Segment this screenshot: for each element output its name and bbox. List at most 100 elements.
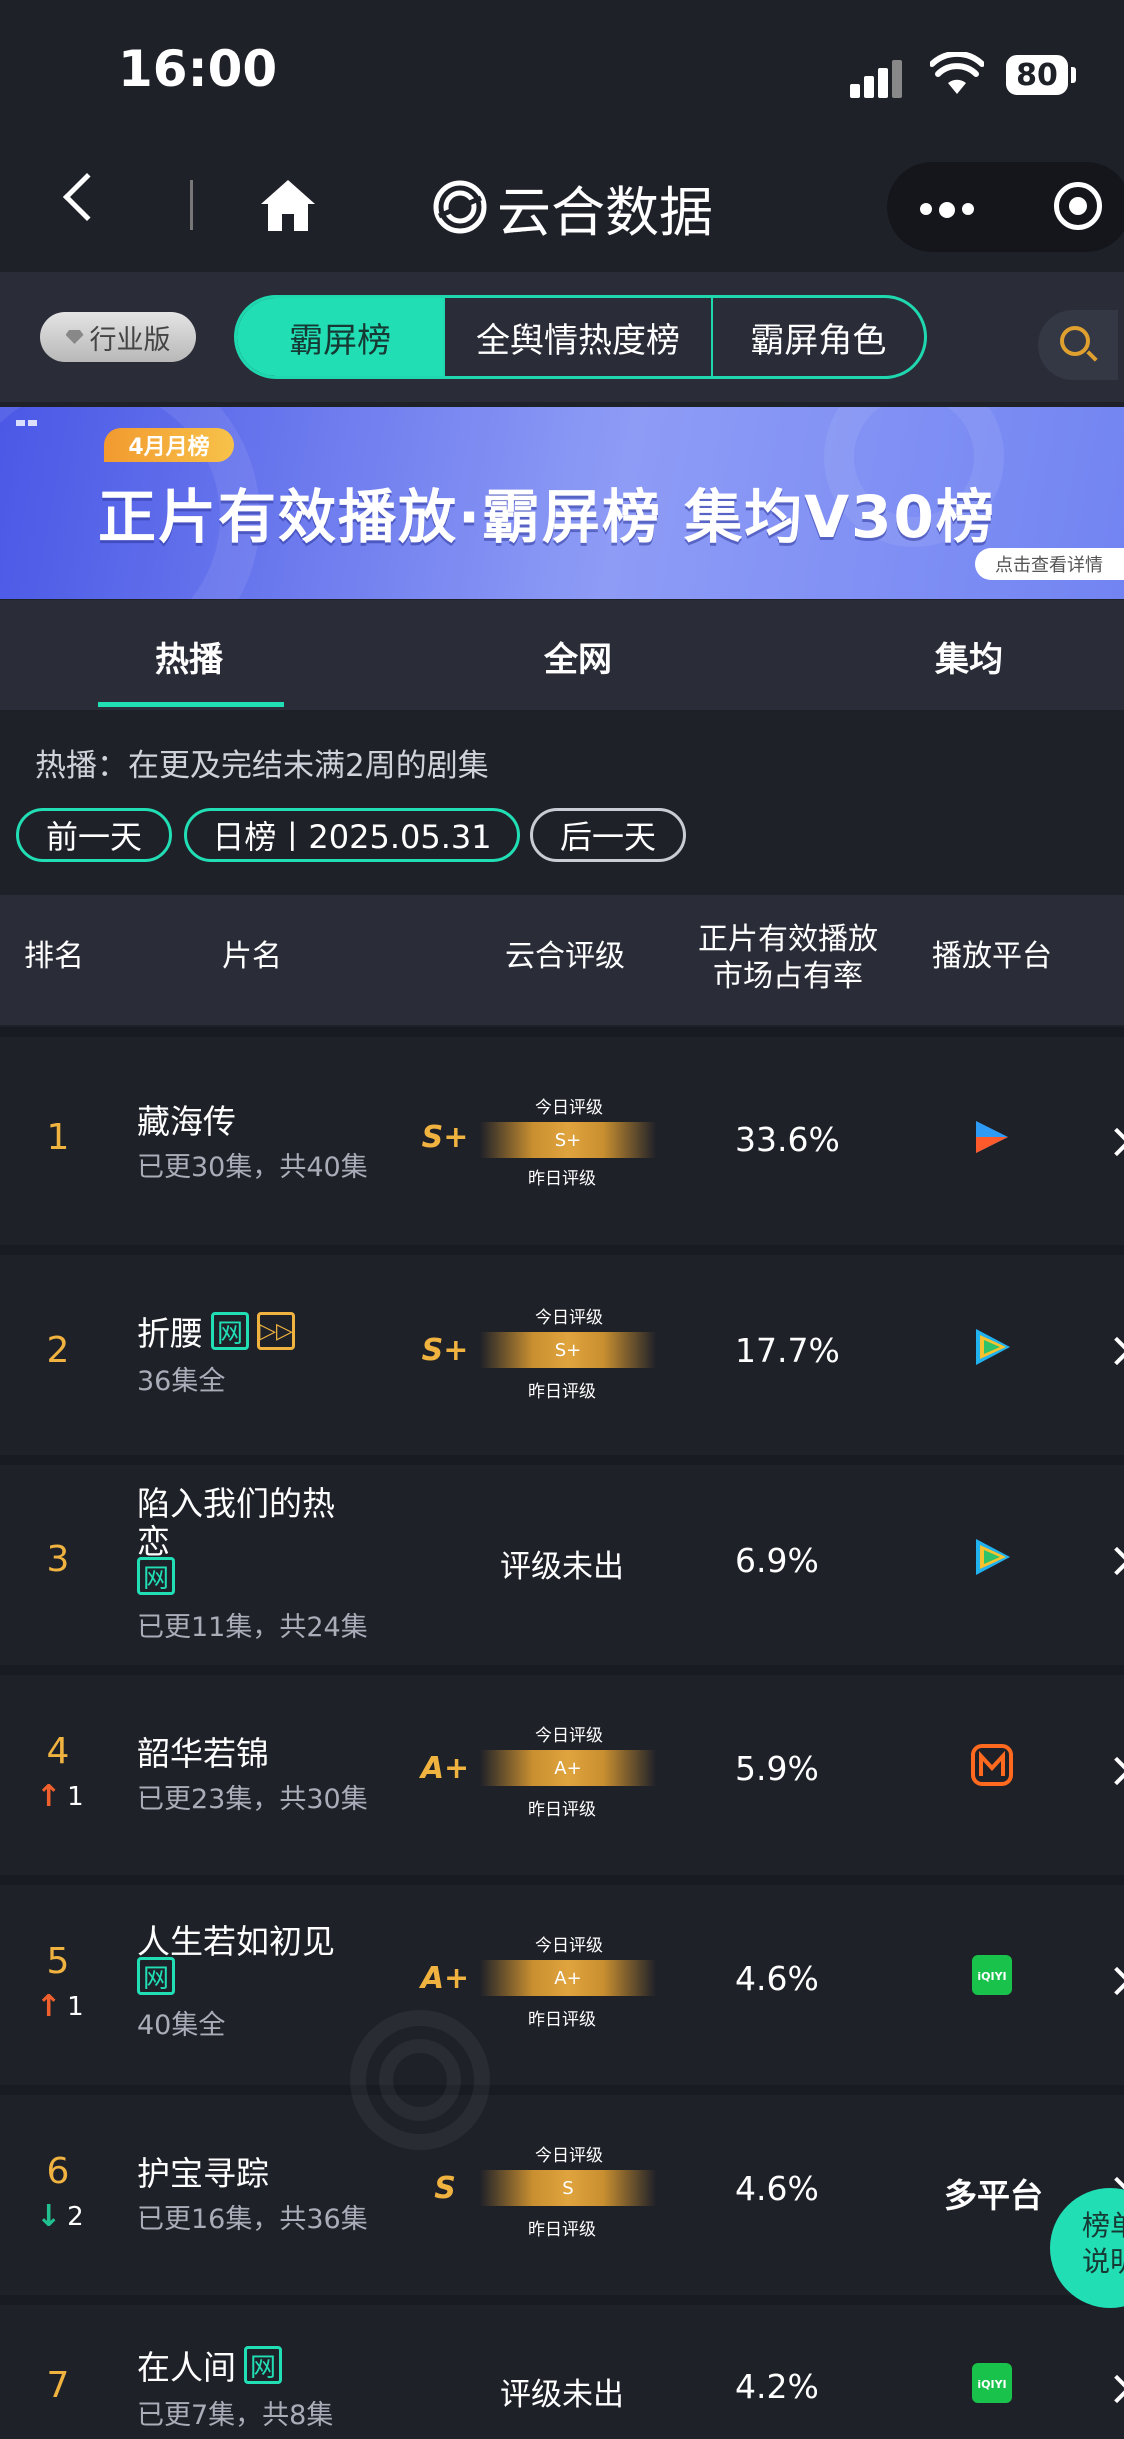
table-row[interactable]: 5 ↑ 1 人生若如初见 网 40集全 A+ 今日评级 A+ 昨日评级 4.6% …: [0, 1885, 1124, 2085]
market-share: 17.7%: [735, 1331, 840, 1370]
row-chevron-icon: [1102, 1966, 1124, 1996]
app-title: 云合数据: [497, 180, 713, 244]
prev-day-button[interactable]: 前一天: [16, 808, 172, 862]
battery-indicator: 80: [1006, 55, 1068, 95]
grade-yesterday-label: 昨日评级: [528, 2010, 596, 2030]
tab-dominant-characters[interactable]: 霸屏角色: [713, 298, 924, 376]
show-title: 折腰 网 ▷▷: [137, 1307, 295, 1355]
row-chevron-icon: [1102, 1127, 1124, 1157]
iqiyi-icon: iQIYI: [972, 1955, 1012, 1995]
more-menu-icon[interactable]: [920, 200, 981, 219]
table-row[interactable]: 2 折腰 网 ▷▷ 36集全 S+ 今日评级 S+ 昨日评级 17.7%: [0, 1255, 1124, 1455]
grade-today-label: 今日评级: [535, 1308, 603, 1328]
svg-text:iQIYI: iQIYI: [977, 1970, 1006, 1983]
row-separator: [0, 1245, 1124, 1255]
row-separator: [0, 1455, 1124, 1465]
grade-today-label: 今日评级: [535, 1098, 603, 1118]
grade-not-available: 评级未出: [500, 1549, 624, 1585]
market-share: 4.2%: [735, 2367, 819, 2406]
show-title: 藏海传: [137, 1102, 236, 1141]
subtab-active-indicator: [98, 702, 284, 707]
table-row[interactable]: 7 在人间 网 已更7集，共8集 评级未出 4.2% iQIYI: [0, 2305, 1124, 2439]
ranking-info-line2: 说明: [1081, 2245, 1124, 2278]
subtab-all-network[interactable]: 全网: [544, 632, 612, 681]
row-separator: [0, 1027, 1124, 1037]
next-day-button[interactable]: 后一天: [530, 808, 686, 862]
wifi-icon: [930, 52, 984, 94]
table-row[interactable]: 1 藏海传 已更30集，共40集 S+ 今日评级 S+ 昨日评级 33.6%: [0, 1037, 1124, 1245]
tab-public-opinion-heat[interactable]: 全舆情热度榜: [445, 298, 713, 376]
yunhe-logo-icon: [433, 180, 487, 234]
header-platform: 播放平台: [932, 939, 1052, 974]
market-share: 6.9%: [735, 1541, 819, 1580]
arrow-down-icon: ↓: [36, 2199, 62, 2234]
battery-tip: [1071, 67, 1076, 83]
date-selector[interactable]: 日榜丨2025.05.31: [184, 808, 520, 862]
arrow-up-icon: ↑: [36, 1779, 62, 1814]
search-button[interactable]: [1038, 310, 1118, 380]
episode-progress: 36集全: [137, 1366, 226, 1397]
episode-progress: 已更16集，共36集: [137, 2204, 368, 2235]
web-drama-badge-wrap: 网: [137, 1957, 175, 1995]
grade-yesterday-label: 昨日评级: [528, 1382, 596, 1402]
episode-progress: 已更30集，共40集: [137, 1152, 368, 1183]
diamond-icon: [65, 330, 84, 344]
episode-progress: 已更7集，共8集: [137, 2400, 334, 2431]
table-row[interactable]: 4 ↑ 1 韶华若锦 已更23集，共30集 A+ 今日评级 A+ 昨日评级 5.9…: [0, 1675, 1124, 1875]
rank-number: 4: [46, 1731, 70, 1772]
back-icon[interactable]: [62, 172, 112, 222]
rank-change: ↓ 2: [36, 2199, 84, 2234]
subtab-per-episode[interactable]: 集均: [935, 632, 1003, 681]
header-grade: 云合评级: [505, 939, 625, 974]
grade-yesterday-label: 昨日评级: [528, 2220, 596, 2240]
show-title: 在人间 网: [137, 2341, 282, 2389]
grade-today-label: 今日评级: [535, 1936, 603, 1956]
banner-dots: [16, 420, 46, 426]
youku-icon: [976, 1121, 1008, 1153]
table-row[interactable]: 6 ↓ 2 护宝寻踪 已更16集，共36集 S 今日评级 S 昨日评级 4.6% …: [0, 2095, 1124, 2295]
tab-screen-dominance[interactable]: 霸屏榜: [237, 298, 446, 376]
market-share: 5.9%: [735, 1749, 819, 1788]
grade-not-available: 评级未出: [500, 2377, 624, 2413]
row-chevron-icon: [1102, 1546, 1124, 1576]
header-rank: 排名: [24, 939, 84, 974]
home-icon[interactable]: [258, 176, 318, 234]
web-drama-badge: 网: [137, 1557, 175, 1595]
grade-yesterday-label: 昨日评级: [528, 1800, 596, 1820]
market-share: 33.6%: [735, 1120, 840, 1159]
header-title: 片名: [222, 939, 282, 974]
industry-version-label: 行业版: [89, 324, 171, 356]
row-separator: [0, 1875, 1124, 1885]
tencent-video-icon: [976, 1329, 1010, 1365]
grade-label: A+: [420, 1961, 470, 1996]
show-title: 人生若如初见: [137, 1922, 335, 1961]
show-title-line2: 恋: [137, 1522, 170, 1561]
table-row[interactable]: 3 陷入我们的热 恋 网 已更11集，共24集 评级未出 6.9%: [0, 1465, 1124, 1665]
search-icon: [1060, 326, 1090, 356]
rank-number: 6: [46, 2151, 70, 2192]
grade-label: S+: [421, 1333, 469, 1368]
banner-detail-link[interactable]: 点击查看详情: [975, 548, 1124, 580]
grade-today-label: 今日评级: [535, 1726, 603, 1746]
ranking-info-line1: 榜单: [1081, 2209, 1124, 2242]
rank-number: 5: [46, 1941, 70, 1982]
banner-badge: 4月月榜: [104, 428, 234, 462]
nav-divider: [190, 180, 193, 230]
grade-label: A+: [420, 1751, 470, 1786]
grade-label: S+: [421, 1120, 469, 1155]
episode-progress: 已更11集，共24集: [137, 1612, 368, 1643]
row-chevron-icon: [1102, 1336, 1124, 1366]
grade-yesterday-label: 昨日评级: [528, 1169, 596, 1189]
header-share-line2: 市场占有率: [713, 959, 863, 994]
close-miniapp-icon[interactable]: [1054, 182, 1102, 230]
grade-bar: A+: [480, 1750, 656, 1786]
grade-today-label: 今日评级: [535, 2146, 603, 2166]
multi-platform-label: 多平台: [944, 2176, 1043, 2215]
row-chevron-icon: [1102, 1756, 1124, 1786]
show-title: 护宝寻踪: [137, 2154, 269, 2193]
grade-label: S: [434, 2171, 456, 2206]
rank-number: 1: [46, 1117, 70, 1158]
subtab-hot[interactable]: 热播: [155, 632, 223, 681]
watermark-logo-icon: [350, 2010, 490, 2150]
industry-version-badge[interactable]: 行业版: [40, 312, 196, 362]
